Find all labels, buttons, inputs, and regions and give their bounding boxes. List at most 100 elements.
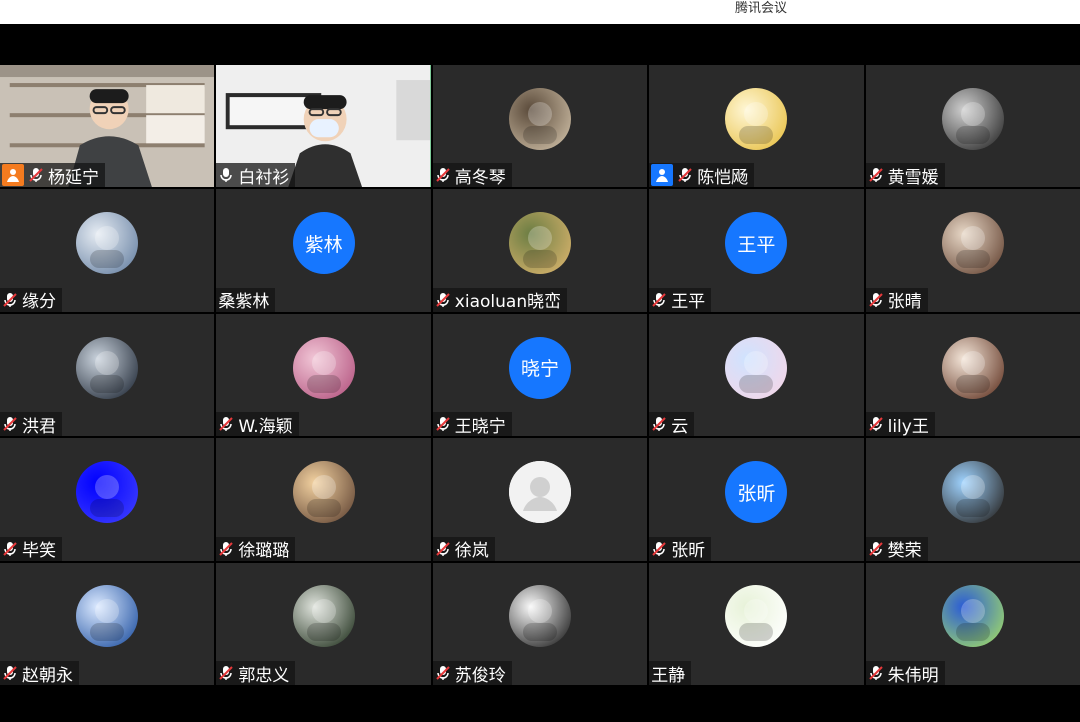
participant-tile[interactable]: xiaoluan晓峦: [432, 189, 648, 312]
microphone-muted-icon: [651, 416, 667, 432]
participant-name: 云: [671, 416, 689, 437]
participant-tile[interactable]: W.海颖: [216, 313, 431, 437]
participant-avatar: [292, 585, 355, 648]
participant-name: 朱伟明: [887, 665, 939, 686]
participant-name-bar: W.海颖: [216, 412, 299, 437]
microphone-muted-icon: [2, 665, 18, 681]
participant-name: 王晓宁: [454, 416, 506, 437]
participant-name-bar: 赵朝永: [0, 661, 79, 685]
participant-name: 杨延宁: [48, 167, 99, 188]
microphone-muted-icon: [868, 416, 884, 432]
participant-name-bar: 王晓宁: [432, 412, 512, 437]
participant-avatar: [725, 87, 788, 150]
participant-name: W.海颖: [238, 416, 293, 437]
participant-avatar: [292, 336, 355, 399]
participant-name: 张晴: [887, 292, 922, 312]
microphone-muted-icon: [28, 167, 44, 183]
microphone-muted-icon: [651, 541, 667, 557]
participant-name: 王静: [651, 665, 686, 686]
participant-avatar: 紫林: [292, 212, 355, 275]
participant-name-bar: 朱伟明: [865, 661, 945, 686]
participant-tile[interactable]: 白衬衫: [216, 65, 431, 188]
participant-tile[interactable]: 洪君: [0, 313, 215, 437]
participant-name: 洪君: [22, 416, 56, 437]
participant-name: xiaoluan晓峦: [454, 292, 562, 312]
participant-tile[interactable]: 张晴: [865, 189, 1080, 312]
participant-tile[interactable]: 朱伟明: [865, 562, 1080, 686]
participant-name-bar: 云: [649, 412, 695, 437]
microphone-muted-icon: [435, 416, 451, 432]
participant-name-bar: 徐璐璐: [216, 536, 296, 561]
participant-name-bar: 杨延宁: [0, 163, 105, 188]
participant-name: 王平: [671, 292, 706, 312]
participant-tile[interactable]: 徐岚: [432, 438, 648, 561]
participant-name: 毕笑: [22, 541, 56, 561]
participant-tile[interactable]: 杨延宁: [0, 65, 215, 188]
participant-tile[interactable]: 樊荣: [865, 438, 1080, 561]
participant-name: 黄雪媛: [887, 167, 939, 188]
participant-tile[interactable]: 王平 王平: [649, 189, 864, 312]
participant-name: 白衬衫: [238, 167, 290, 188]
participant-avatar: [725, 336, 788, 399]
participant-name: lily王: [887, 416, 929, 437]
participant-tile[interactable]: 晓宁 王晓宁: [432, 313, 648, 437]
participant-name-bar: 洪君: [0, 412, 62, 437]
participant-name: 徐璐璐: [238, 541, 290, 561]
participant-avatar: [508, 87, 571, 150]
microphone-muted-icon: [435, 167, 451, 183]
participant-tile[interactable]: 高冬琴: [432, 65, 648, 188]
participant-name: 张昕: [671, 541, 706, 561]
participant-tile[interactable]: 云: [649, 313, 864, 437]
microphone-muted-icon: [435, 665, 451, 681]
participant-avatar: [76, 336, 139, 399]
participant-name-bar: 白衬衫: [216, 163, 296, 188]
cohost-user-icon: [651, 164, 674, 187]
participant-avatar: [941, 87, 1004, 150]
participant-name-bar: xiaoluan晓峦: [432, 287, 568, 312]
participant-tile[interactable]: 赵朝永: [0, 562, 215, 685]
participant-name-bar: 缘分: [0, 287, 62, 312]
participant-name-bar: 陈恺飏: [649, 163, 755, 188]
participant-avatar: [941, 585, 1004, 648]
participant-tile[interactable]: 黄雪媛: [865, 65, 1080, 188]
participant-tile[interactable]: 紫林 桑紫林: [216, 189, 431, 312]
participant-tile[interactable]: 郭忠义: [216, 562, 431, 686]
microphone-muted-icon: [218, 416, 234, 432]
participant-tile[interactable]: 毕笑: [0, 438, 215, 561]
microphone-muted-icon: [2, 292, 18, 308]
microphone-muted-icon: [2, 541, 18, 557]
participant-tile[interactable]: 苏俊玲: [432, 562, 648, 686]
participant-name: 陈恺飏: [697, 167, 749, 188]
participant-name-bar: 毕笑: [0, 536, 62, 561]
participant-avatar: [941, 336, 1004, 399]
microphone-icon: [218, 167, 234, 183]
participant-tile[interactable]: 张昕 张昕: [649, 438, 864, 561]
participant-avatar: [725, 585, 788, 648]
participant-name-bar: 徐岚: [432, 536, 495, 561]
participant-name: 苏俊玲: [454, 665, 506, 686]
participant-avatar: [508, 585, 571, 648]
participant-avatar: [508, 212, 571, 275]
participant-name-bar: 王静: [649, 661, 692, 686]
microphone-muted-icon: [868, 665, 884, 681]
participant-tile[interactable]: 陈恺飏: [649, 65, 864, 188]
participant-tile[interactable]: 缘分: [0, 189, 215, 312]
participant-name-bar: 苏俊玲: [432, 661, 512, 686]
microphone-muted-icon: [435, 292, 451, 308]
participant-avatar: [508, 461, 571, 524]
participant-name-bar: 高冬琴: [432, 163, 512, 188]
participant-avatar: [76, 461, 139, 524]
participant-avatar: 王平: [725, 212, 788, 275]
participant-tile[interactable]: lily王: [865, 313, 1080, 437]
participant-avatar: [76, 212, 139, 275]
participant-name: 赵朝永: [22, 665, 73, 686]
participant-name: 郭忠义: [238, 665, 290, 686]
participant-tile[interactable]: 徐璐璐: [216, 438, 431, 561]
participant-avatar: 晓宁: [508, 336, 571, 399]
participant-name-bar: 张昕: [649, 536, 712, 561]
participant-tile[interactable]: 王静: [649, 562, 864, 686]
microphone-muted-icon: [2, 416, 18, 432]
participant-name: 樊荣: [887, 541, 922, 561]
participant-grid: 杨延宁 白衬衫 高冬琴 陈恺飏 黄雪媛 缘分 紫林 桑紫林 xiaoluan晓峦…: [0, 65, 1080, 685]
participant-avatar: 张昕: [725, 461, 788, 524]
